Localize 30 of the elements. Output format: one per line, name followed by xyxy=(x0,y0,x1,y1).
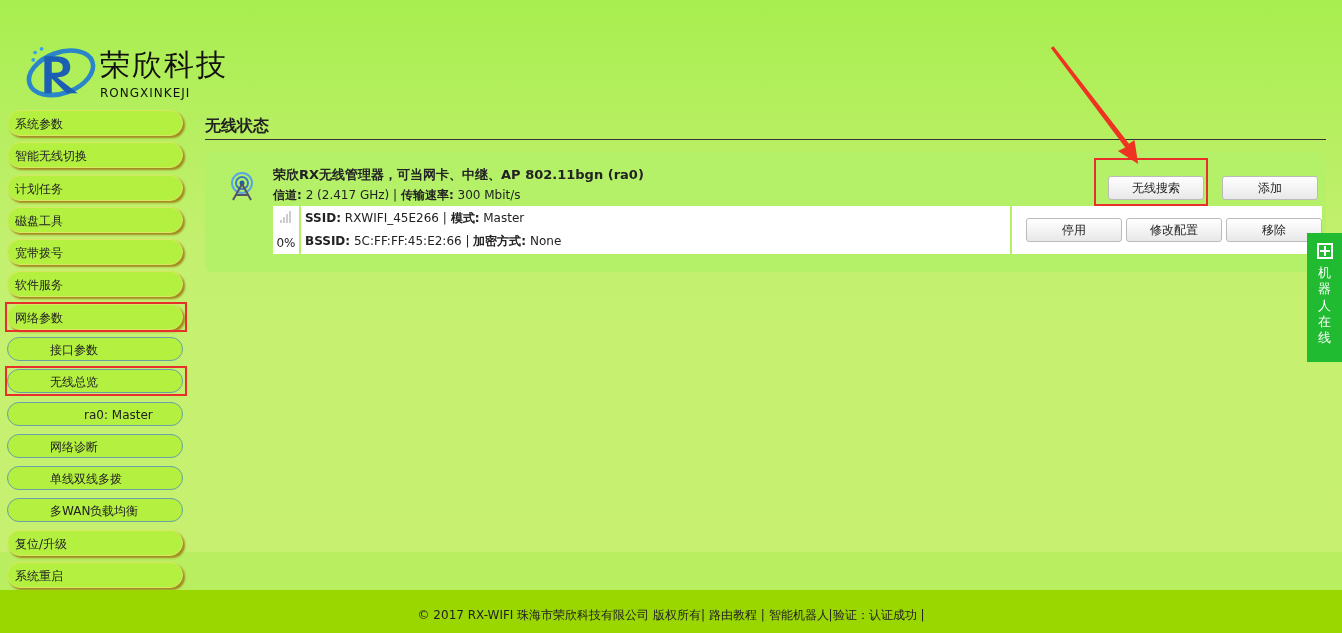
sidebar-item[interactable]: 复位/升级 xyxy=(7,529,183,556)
sidebar-item[interactable]: 网络参数 xyxy=(7,303,183,330)
sidebar-item[interactable]: 系统重启 xyxy=(7,561,183,588)
sidebar-item[interactable]: ra0: Master xyxy=(7,401,183,426)
network-line: BSSID: 5C:FF:FF:45:E2:66 | 加密方式: None xyxy=(305,233,563,250)
sidebar-item[interactable]: 系统参数 xyxy=(7,110,183,137)
footer-text: © 2017 RX-WIFI 珠海市荣欣科技有限公司 版权所有| 路由教程 | 智能机器人|验证：认证成功 | xyxy=(0,590,1342,633)
signal-icon xyxy=(279,210,293,224)
sidebar-item[interactable]: 宽带拨号 xyxy=(7,239,183,266)
network-line: SSID: RXWIFI_45E266 | 模式: Master xyxy=(305,210,526,227)
sidebar-item[interactable]: 单线双线多拨 xyxy=(7,466,183,491)
sidebar-item[interactable]: 无线总览 xyxy=(7,369,183,394)
action-button[interactable]: 移除 xyxy=(1226,218,1322,242)
sidebar-item[interactable]: 磁盘工具 xyxy=(7,206,183,233)
sidebar-item[interactable]: 智能无线切换 xyxy=(7,142,183,169)
logo-subtitle: RONGXINKEJI xyxy=(100,86,192,100)
sidebar-item[interactable]: 多WAN负载均衡 xyxy=(7,498,183,523)
action-button[interactable]: 停用 xyxy=(1026,218,1122,242)
action-button[interactable]: 添加 xyxy=(1222,176,1318,200)
logo-name: 荣欣科技 xyxy=(100,46,228,84)
sidebar-item[interactable]: 接口参数 xyxy=(7,337,183,361)
sidebar-item[interactable]: 网络诊断 xyxy=(7,433,183,458)
device-title: 荣欣RX无线管理器，可当网卡、中继、AP 802.11bgn (ra0) xyxy=(273,166,645,184)
sidebar-item[interactable]: 计划任务 xyxy=(7,174,183,201)
action-button[interactable]: 无线搜索 xyxy=(1108,176,1204,200)
sidebar-item[interactable]: 软件服务 xyxy=(7,271,183,298)
plus-icon[interactable] xyxy=(1316,243,1333,259)
signal-text: 0% xyxy=(276,236,296,250)
action-button[interactable]: 修改配置 xyxy=(1126,218,1222,242)
device-info: 信道: 2 (2.417 GHz) | 传输速率: 300 Mbit/s xyxy=(273,187,522,204)
